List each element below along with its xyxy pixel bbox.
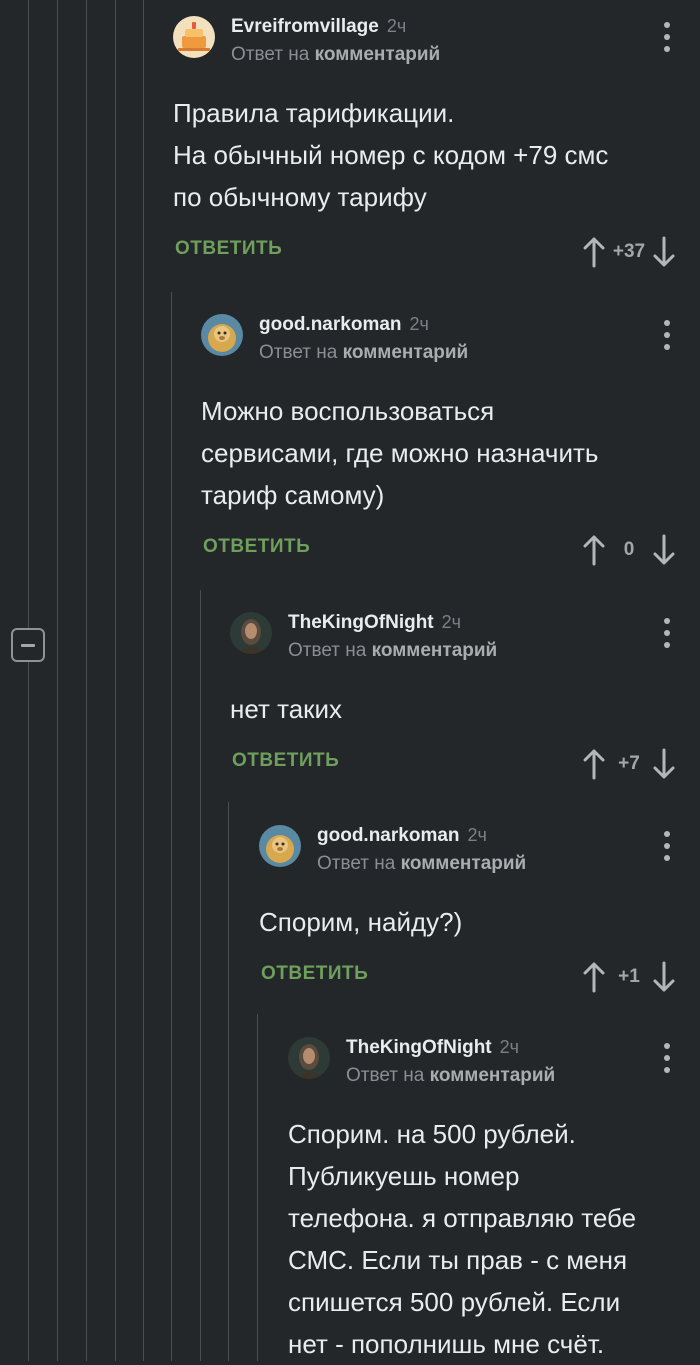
monkey-avatar-icon[interactable]	[259, 825, 301, 867]
more-options-icon[interactable]	[664, 1043, 670, 1073]
comment-text: Можно воспользоваться сервисами, где мож…	[201, 396, 599, 510]
reply-to-link[interactable]: комментарий	[430, 1065, 556, 1086]
upvote-arrow-icon[interactable]	[582, 960, 606, 994]
reply-button[interactable]: ОТВЕТИТЬ	[232, 750, 339, 772]
comment-score: +37	[612, 241, 646, 262]
thread-line	[28, 0, 29, 1361]
reply-button[interactable]: ОТВЕТИТЬ	[203, 536, 310, 558]
comment-text: нет таких	[230, 694, 343, 724]
comment-text: Спорим, найду?)	[259, 907, 463, 937]
comment-author[interactable]: Evreifromvillage 2ч	[231, 16, 406, 38]
comment-text: Спорим. на 500 рублей. Публикуешь номер …	[288, 1119, 637, 1359]
reply-to-label: Ответ на комментарий	[288, 640, 498, 661]
thread-line	[200, 590, 201, 1361]
reply-to-link[interactable]: комментарий	[372, 640, 498, 661]
reply-to-link[interactable]: комментарий	[401, 853, 527, 874]
reply-to-link[interactable]: комментарий	[315, 44, 441, 65]
comment: good.narkoman 2ч Ответ на комментарий Спо…	[259, 825, 700, 999]
reply-to-label: Ответ на комментарий	[259, 342, 469, 363]
comment: Evreifromvillage 2ч Ответ на комментарий …	[173, 16, 700, 274]
upvote-arrow-icon[interactable]	[582, 235, 606, 269]
person-avatar-icon[interactable]	[288, 1037, 330, 1079]
minus-icon	[21, 643, 35, 647]
reply-to-label: Ответ на комментарий	[231, 44, 441, 65]
comment-score: +7	[618, 753, 640, 774]
comment-author[interactable]: good.narkoman 2ч	[317, 825, 487, 847]
thread-line	[115, 0, 116, 1361]
reply-to-link[interactable]: комментарий	[343, 342, 469, 363]
comment-time: 2ч	[409, 314, 429, 334]
vote-bar: +7	[582, 742, 676, 786]
cake-avatar-icon[interactable]	[173, 16, 215, 58]
comment-author[interactable]: TheKingOfNight 2ч	[346, 1037, 519, 1059]
downvote-arrow-icon[interactable]	[652, 235, 676, 269]
thread-line	[171, 292, 172, 1361]
thread-line	[257, 1014, 258, 1361]
comment-author[interactable]: TheKingOfNight 2ч	[288, 612, 461, 634]
reply-button[interactable]: ОТВЕТИТЬ	[175, 238, 282, 260]
upvote-arrow-icon[interactable]	[582, 747, 606, 781]
comment-score: 0	[623, 539, 635, 560]
monkey-avatar-icon[interactable]	[201, 314, 243, 356]
comment-author[interactable]: good.narkoman 2ч	[259, 314, 429, 336]
thread-line	[86, 0, 87, 1361]
more-options-icon[interactable]	[664, 831, 670, 861]
vote-bar: 0	[582, 528, 676, 572]
more-options-icon[interactable]	[664, 22, 670, 52]
thread-line	[143, 0, 144, 1361]
reply-button[interactable]: ОТВЕТИТЬ	[261, 963, 368, 985]
comment: TheKingOfNight 2ч Ответ на комментарий не…	[230, 612, 700, 786]
reply-to-label: Ответ на комментарий	[317, 853, 527, 874]
vote-bar: +37	[582, 230, 676, 274]
comment: good.narkoman 2ч Ответ на комментарий Мож…	[201, 314, 700, 572]
vote-bar: +1	[582, 955, 676, 999]
comment-text: Правила тарификации. На обычный номер с …	[173, 98, 609, 212]
comment-time: 2ч	[441, 612, 462, 632]
comment-time: 2ч	[499, 1037, 520, 1057]
downvote-arrow-icon[interactable]	[652, 533, 676, 567]
downvote-arrow-icon[interactable]	[652, 747, 676, 781]
person-avatar-icon[interactable]	[230, 612, 272, 654]
thread-line	[228, 802, 229, 1361]
comment-time: 2ч	[467, 825, 487, 845]
thread-line	[57, 0, 58, 1361]
more-options-icon[interactable]	[664, 320, 670, 350]
downvote-arrow-icon[interactable]	[652, 960, 676, 994]
reply-to-label: Ответ на комментарий	[346, 1065, 556, 1086]
more-options-icon[interactable]	[664, 618, 670, 648]
comment-score: +1	[618, 966, 640, 987]
collapse-thread-button[interactable]	[11, 628, 45, 662]
comment-time: 2ч	[386, 16, 407, 36]
comment: TheKingOfNight 2ч Ответ на комментарий Сп…	[288, 1037, 700, 1365]
upvote-arrow-icon[interactable]	[582, 533, 606, 567]
